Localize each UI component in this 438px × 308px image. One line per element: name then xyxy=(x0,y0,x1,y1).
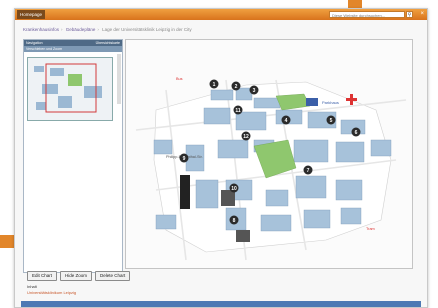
top-bar: Homepage Diese Website durchsuchen... ⚲ … xyxy=(15,9,427,20)
close-icon[interactable]: × xyxy=(420,10,424,19)
info-value[interactable]: Universitätsklinikum Leipzig xyxy=(27,290,76,295)
edit-chart-button[interactable]: Edit Chart xyxy=(27,271,58,281)
svg-text:2: 2 xyxy=(235,84,238,90)
browser-window: Homepage Diese Website durchsuchen... ⚲ … xyxy=(14,8,428,308)
overview-thumbnail[interactable] xyxy=(27,57,113,121)
svg-text:1: 1 xyxy=(213,82,216,88)
chart-button-row: Edit Chart Hide Zoom Delete Chart xyxy=(27,271,131,281)
svg-text:10: 10 xyxy=(231,186,237,192)
svg-text:Bus: Bus xyxy=(176,77,183,81)
panel-header: Navigation Übersichtskarte xyxy=(24,40,122,46)
svg-text:6: 6 xyxy=(355,130,358,136)
decor-accent-left xyxy=(0,235,14,248)
svg-text:8: 8 xyxy=(233,218,236,224)
svg-text:5: 5 xyxy=(330,118,333,124)
svg-text:11: 11 xyxy=(235,108,241,114)
search-input[interactable]: Diese Website durchsuchen... xyxy=(329,10,405,18)
svg-text:3: 3 xyxy=(253,88,256,94)
search-icon[interactable]: ⚲ xyxy=(406,10,413,18)
svg-text:Parkhaus: Parkhaus xyxy=(322,100,339,105)
campus-map-drawing: Parkhaus Bus Philipp-Rosenthal-Str. Tram… xyxy=(135,77,407,261)
navigation-panel: Navigation Übersichtskarte Verschieben u… xyxy=(23,39,123,273)
breadcrumb-current: Lage der Universitätsklinik Leipzig in d… xyxy=(102,27,192,32)
svg-text:Tram: Tram xyxy=(366,227,375,231)
breadcrumb-item[interactable]: Krankenhausinfos xyxy=(23,27,59,32)
delete-chart-button[interactable]: Delete Chart xyxy=(95,271,131,281)
campus-map[interactable]: Parkhaus Bus Philipp-Rosenthal-Str. Tram… xyxy=(125,39,413,269)
panel-subtitle: Verschieben und Zoom xyxy=(24,46,122,52)
homepage-tab[interactable]: Homepage xyxy=(17,10,46,19)
svg-text:9: 9 xyxy=(183,156,186,162)
overview-map xyxy=(28,58,112,120)
hide-zoom-button[interactable]: Hide Zoom xyxy=(60,271,93,281)
info-label: Inhalt xyxy=(27,284,37,289)
panel-title: Navigation xyxy=(26,41,43,45)
panel-scrollbar[interactable] xyxy=(117,54,121,104)
table-header-bar xyxy=(21,301,421,307)
svg-text:4: 4 xyxy=(285,118,288,124)
svg-text:7: 7 xyxy=(307,168,310,174)
panel-title-right: Übersichtskarte xyxy=(95,41,120,45)
breadcrumb: Krankenhausinfos › Gebäudepläne › Lage der… xyxy=(23,27,192,32)
svg-text:12: 12 xyxy=(243,134,249,140)
breadcrumb-item[interactable]: Gebäudepläne xyxy=(66,27,96,32)
